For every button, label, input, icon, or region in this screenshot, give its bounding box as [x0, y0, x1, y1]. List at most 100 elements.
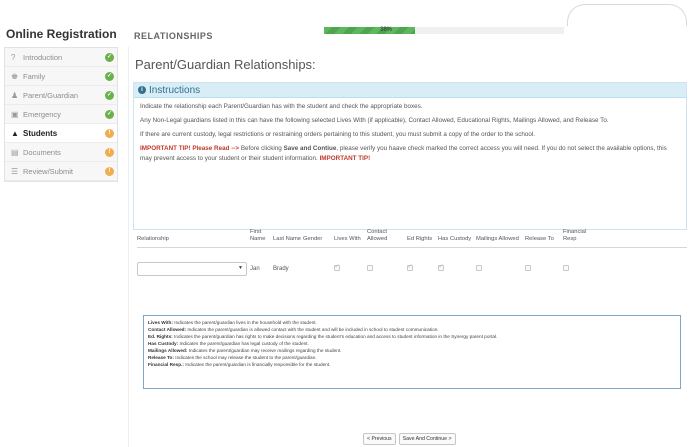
sidebar-item-label: Review/Submit [23, 166, 74, 176]
legend-term: Release To: [148, 355, 174, 360]
progress-bar [324, 27, 564, 34]
sidebar-title: Online Registration [6, 27, 117, 41]
emergency-icon: ▣ [11, 109, 19, 119]
check-icon: ✓ [105, 52, 114, 62]
relationship-select[interactable]: ▼ [137, 262, 247, 276]
financial-resp-checkbox[interactable] [563, 265, 569, 271]
sidebar-item-parent-guardian[interactable]: ♟ Parent/Guardian ✓ [5, 86, 117, 105]
contact-allowed-checkbox[interactable] [367, 265, 373, 271]
check-icon: ✓ [105, 71, 114, 81]
legend-line: Financial Resp.: Indicates the parent/gu… [148, 361, 676, 368]
col-mailings-allowed: Mailings Allowed [476, 236, 519, 242]
sidebar-item-documents[interactable]: ▤ Documents ! [5, 143, 117, 162]
legend-definition: Indicates the parent/guardian is allowed… [186, 327, 439, 332]
table-header: Relationship First Name Last Name Gender… [137, 222, 687, 248]
legend-definition: Indicates the parent/guardian has legal … [178, 341, 309, 346]
legend-line: Contact Allowed: Indicates the parent/gu… [148, 326, 676, 333]
family-icon: ♚ [11, 71, 19, 81]
column-legend: Lives With: Indicates the parent/guardia… [143, 315, 681, 389]
legend-line: Lives With: Indicates the parent/guardia… [148, 319, 676, 326]
col-gender: Gender [303, 236, 323, 242]
instructions-header: i Instructions [134, 83, 686, 98]
graduation-cap-icon: ▲ [11, 128, 19, 138]
sidebar-item-family[interactable]: ♚ Family ✓ [5, 67, 117, 86]
sidebar-item-label: Emergency [23, 109, 61, 119]
legend-term: Ed. Rights: [148, 334, 173, 339]
sidebar-item-label: Introduction [23, 52, 63, 62]
save-and-continue-button[interactable]: Save And Continue > [398, 433, 456, 445]
question-icon: ? [11, 52, 16, 62]
progress-fill [324, 27, 416, 34]
ed-rights-checkbox[interactable] [407, 263, 413, 271]
legend-definition: Indicates the school may release the stu… [173, 355, 317, 360]
col-last-name: Last Name [273, 236, 302, 242]
tip-label: IMPORTANT TIP! Please Read --> [140, 145, 240, 152]
mailings-allowed-checkbox[interactable] [476, 265, 482, 271]
legend-line: Release To: Indicates the school may rel… [148, 354, 676, 361]
col-first-name: First Name [250, 229, 266, 242]
legend-definition: Indicates the parent/guardian is financi… [183, 362, 331, 367]
tip-text: Before clicking [239, 145, 284, 152]
main-content: Parent/Guardian Relationships: i Instruc… [128, 47, 688, 447]
legend-line: Has Custody: Indicates the parent/guardi… [148, 340, 676, 347]
col-contact-allowed: Contact Allowed [367, 229, 388, 242]
previous-button[interactable]: < Previous [363, 433, 396, 445]
legend-definition: Indicates the parent/guardian may receiv… [187, 348, 342, 353]
col-ed-rights: Ed Rights [407, 236, 433, 242]
info-icon: i [138, 86, 146, 94]
col-relationship: Relationship [137, 236, 169, 242]
col-lives-with: Lives With [334, 236, 361, 242]
relationships-table: Relationship First Name Last Name Gender… [137, 222, 687, 285]
instructions-paragraph: Any Non-Legal guardians listed in this c… [140, 117, 609, 124]
instructions-paragraph: Indicate the relationship each Parent/Gu… [140, 103, 423, 110]
document-icon: ▤ [11, 147, 19, 157]
top-bar: RELATIONSHIPS 38% [128, 25, 695, 47]
has-custody-checkbox[interactable] [438, 263, 444, 271]
legend-definition: Indicates the parent/guardian lives in t… [172, 320, 317, 325]
relationship-cell: ▼ [137, 262, 250, 276]
lives-with-checkbox[interactable] [334, 263, 340, 271]
sidebar-item-label: Family [23, 71, 46, 81]
sidebar-nav: ? Introduction ✓ ♚ Family ✓ ♟ Parent/Gua… [4, 47, 118, 182]
legend-term: Has Custody: [148, 341, 179, 346]
instructions-paragraph: If there are current custody, legal rest… [140, 131, 536, 138]
list-icon: ☰ [11, 166, 19, 176]
legend-term: Financial Resp.: [148, 362, 184, 367]
release-to-checkbox[interactable] [525, 265, 531, 271]
col-release-to: Release To [525, 236, 554, 242]
registration-sidebar: Online Registration ? Introduction ✓ ♚ F… [0, 24, 120, 182]
person-icon: ♟ [11, 90, 19, 100]
col-has-custody: Has Custody [438, 236, 472, 242]
first-name-cell: Jan [250, 266, 260, 272]
sidebar-item-students[interactable]: ▲ Students ! [5, 124, 117, 143]
table-row: ▼ Jan Brady [137, 253, 687, 285]
legend-term: Contact Allowed: [148, 327, 187, 332]
tip-end: IMPORTANT TIP! [319, 155, 371, 162]
sidebar-item-introduction[interactable]: ? Introduction ✓ [5, 48, 117, 67]
sidebar-item-emergency[interactable]: ▣ Emergency ✓ [5, 105, 117, 124]
instructions-body: Indicate the relationship each Parent/Gu… [134, 98, 686, 172]
last-name-cell: Brady [273, 266, 289, 272]
legend-line: Mailings Allowed: Indicates the parent/g… [148, 347, 676, 354]
sidebar-item-review-submit[interactable]: ☰ Review/Submit ! [5, 162, 117, 181]
sidebar-item-label: Students [23, 128, 58, 138]
progress-percent: 38% [380, 27, 393, 33]
legend-term: Lives With: [148, 320, 173, 325]
form-navigation: < Previous Save And Continue > [363, 433, 456, 445]
legend-line: Ed. Rights: Indicates the parent/guardia… [148, 333, 676, 340]
warning-icon: ! [105, 128, 114, 138]
legend-term: Mailings Allowed: [148, 348, 188, 353]
check-icon: ✓ [105, 90, 114, 100]
col-financial-resp: Financial Resp [563, 229, 587, 242]
section-heading: RELATIONSHIPS [134, 31, 213, 41]
page-title: Parent/Guardian Relationships: [135, 57, 316, 72]
important-tip: IMPORTANT TIP! Please Read --> Before cl… [140, 144, 680, 164]
warning-icon: ! [105, 166, 114, 176]
tip-save-ref: Save and Contiue [283, 145, 337, 152]
legend-definition: Indicates the parent/guardian has rights… [172, 334, 498, 339]
header-tab-outline [567, 4, 687, 26]
sidebar-item-label: Documents [23, 147, 61, 157]
chevron-down-icon: ▼ [238, 265, 243, 271]
check-icon: ✓ [105, 109, 114, 119]
instructions-panel: i Instructions Indicate the relationship… [133, 82, 687, 230]
